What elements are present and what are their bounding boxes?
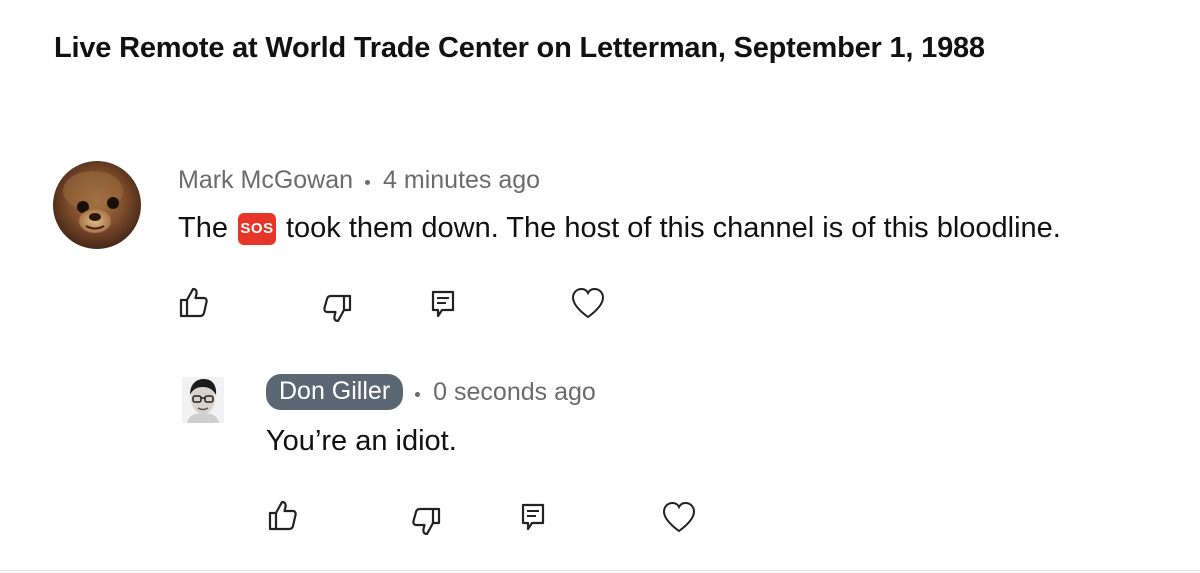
sos-emoji-icon: SOS (237, 212, 276, 245)
heart-button[interactable] (568, 283, 608, 323)
comment-text: The SOS took them down. The host of this… (178, 212, 1061, 245)
comment-author[interactable]: Mark McGowan (178, 166, 353, 195)
heart-icon (662, 501, 696, 533)
person-avatar-image (182, 377, 224, 423)
separator-dot (415, 391, 421, 397)
dislike-button[interactable] (318, 288, 358, 328)
heart-icon (571, 287, 605, 319)
reply-text: You’re an idiot. (266, 425, 457, 457)
reply-icon (431, 290, 455, 318)
comment-text-before: The (178, 212, 228, 244)
comment-time: 4 minutes ago (383, 166, 541, 194)
video-title: Live Remote at World Trade Center on Let… (54, 32, 985, 64)
reply-meta: Don Giller 0 seconds ago (266, 374, 596, 410)
reply-avatar[interactable] (182, 377, 224, 423)
reply-button[interactable] (423, 284, 463, 324)
thumbs-down-icon (412, 507, 441, 536)
thumbs-up-icon (179, 287, 208, 318)
reply-dislike-button[interactable] (407, 501, 447, 541)
seal-avatar-image (53, 161, 141, 249)
avatar[interactable] (53, 161, 141, 249)
reply-heart-button[interactable] (659, 497, 699, 537)
reply-reply-button[interactable] (513, 497, 553, 537)
separator-dot (365, 180, 371, 185)
comment-text-after: took them down. The host of this channel… (285, 212, 1061, 244)
reply-icon (521, 503, 545, 531)
reply-author-badge[interactable]: Don Giller (266, 374, 404, 410)
comment-meta: Mark McGowan 4 minutes ago (178, 166, 540, 195)
thumbs-up-icon (268, 500, 297, 531)
divider (0, 570, 1200, 571)
thumbs-down-icon (323, 294, 352, 323)
like-button[interactable] (173, 282, 213, 322)
reply-time: 0 seconds ago (433, 377, 596, 406)
reply-like-button[interactable] (262, 495, 302, 535)
